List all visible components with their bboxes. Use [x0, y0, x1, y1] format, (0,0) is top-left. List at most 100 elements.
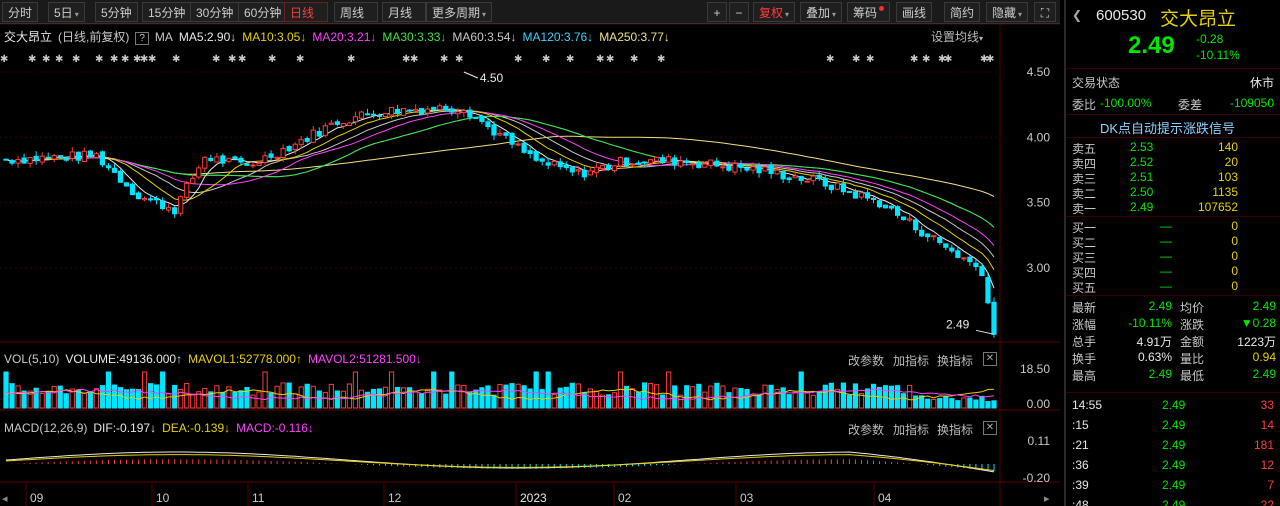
volume-bar — [521, 385, 527, 409]
zoom-in-button[interactable]: + — [707, 2, 727, 22]
volume-bar — [382, 386, 389, 409]
volume-bar — [943, 395, 949, 409]
tick-row[interactable]: :39 2.49 7 — [1066, 478, 1280, 493]
volume-bar — [551, 393, 557, 409]
ma-item: MA30:3.33↓ — [382, 30, 447, 44]
macd-add-indicator-button[interactable]: 加指标 — [893, 421, 929, 438]
candle-body — [93, 153, 99, 158]
candle-body — [563, 165, 569, 168]
tick-row[interactable]: 14:55 2.49 33 — [1066, 398, 1280, 413]
volume-bar — [455, 384, 461, 409]
candle-body — [617, 157, 624, 167]
period-intraday[interactable]: 分时 — [2, 2, 39, 22]
ma-settings-button[interactable]: 设置均线▾ — [931, 28, 983, 45]
period-60min[interactable]: 60分钟 — [238, 2, 288, 22]
candle-body — [117, 170, 124, 183]
simple-mode-button[interactable]: 简约 — [944, 2, 981, 22]
vol-item: VOLUME:49136.000↑ — [65, 352, 183, 366]
vol-add-indicator-button[interactable]: 加指标 — [893, 352, 929, 369]
candle-body — [467, 109, 473, 118]
stat-row[interactable]: 涨幅 -10.11% 涨跌 ▼0.28 — [1066, 316, 1280, 332]
candle-body — [557, 161, 563, 168]
tick-volume: 33 — [1260, 398, 1274, 412]
volume-bar — [901, 393, 907, 409]
stat-value: 2.49 — [1252, 367, 1276, 381]
candle-body — [316, 130, 322, 137]
period-5min[interactable]: 5分钟 — [95, 2, 138, 22]
tick-row[interactable]: :48 2.49 22 — [1066, 498, 1280, 506]
dk-signal-link[interactable]: DK点自动提示涨跌信号 — [1100, 118, 1235, 137]
event-marker: ✱ — [866, 54, 874, 65]
stat-label: 均价 — [1180, 301, 1205, 315]
candle-body — [340, 123, 346, 127]
stat-row[interactable]: 换手 0.63% 量比 0.94 — [1066, 350, 1280, 366]
tick-row[interactable]: :36 2.49 12 — [1066, 458, 1280, 473]
macd-params-button[interactable]: 改参数 — [848, 421, 884, 438]
hide-dropdown[interactable]: 隐藏 ▾ — [986, 2, 1029, 22]
vol-switch-indicator-button[interactable]: 换指标 — [937, 352, 973, 369]
volume-bar — [720, 385, 726, 409]
ma-item: MA5:2.90↓ — [178, 30, 237, 44]
kline-chart[interactable]: 4.50 4.00 3.50 3.00 18.50 0.00 0.11 -0.20 09 10 11… — [0, 24, 1060, 506]
order-book-sell-row[interactable]: 卖四 2.52 20 — [1066, 155, 1280, 171]
period-monthly[interactable]: 月线 — [382, 2, 426, 22]
stat-row[interactable]: 总手 4.91万 金额 1223万 — [1066, 333, 1280, 349]
more-periods-dropdown[interactable]: 更多周期 ▾ — [426, 2, 493, 22]
order-book-sell-row[interactable]: 卖一 2.49 107652 — [1066, 200, 1280, 216]
candle-body — [401, 108, 407, 116]
period-15min[interactable]: 15分钟 — [142, 2, 192, 22]
candle-body — [328, 122, 334, 125]
stat-row[interactable]: 最高 2.49 最低 2.49 — [1066, 367, 1280, 383]
ma-item: MA120:3.76↓ — [522, 30, 594, 44]
volume-bar — [39, 392, 45, 409]
order-book-buy-row[interactable]: 买二 —0 — [1066, 234, 1280, 250]
order-book-buy-row[interactable]: 买三 —0 — [1066, 249, 1280, 265]
volume-bar — [491, 394, 497, 409]
order-book-sell-row[interactable]: 卖五 2.53 140 — [1066, 140, 1280, 156]
volume-bar — [268, 392, 274, 409]
stat-row[interactable]: 最新 2.49 均价 2.49 — [1066, 299, 1280, 315]
volume-bar — [762, 384, 768, 409]
tick-time: 14:55 — [1072, 398, 1103, 412]
stat-value: -10.11% — [1128, 316, 1172, 330]
candle-body — [810, 175, 816, 182]
period-daily[interactable]: 日线 — [284, 2, 328, 22]
order-book-sell-row[interactable]: 卖二 2.50 1135 — [1066, 185, 1280, 201]
volume-bar — [322, 392, 328, 409]
fullscreen-icon[interactable]: ⛶ — [1034, 2, 1056, 22]
tick-row[interactable]: :15 2.49 14 — [1066, 418, 1280, 433]
volume-bar — [286, 382, 292, 409]
buy-volume: 0 — [1231, 264, 1238, 278]
menu-icon[interactable]: ❮ — [1072, 8, 1082, 22]
vol-params-button[interactable]: 改参数 — [848, 352, 884, 369]
help-icon[interactable]: ? — [135, 32, 149, 45]
period-weekly[interactable]: 周线 — [334, 2, 378, 22]
tick-row[interactable]: :21 2.49 181 — [1066, 438, 1280, 453]
macd-switch-indicator-button[interactable]: 换指标 — [937, 421, 973, 438]
vol-close-icon[interactable]: ✕ — [983, 352, 997, 366]
volume-bar — [238, 390, 244, 409]
stat-label: 涨跌 — [1180, 318, 1205, 332]
fuquan-dropdown[interactable]: 复权 ▾ — [753, 2, 796, 22]
period-5day[interactable]: 5日 ▾ — [48, 2, 85, 22]
event-marker: ✱ — [296, 54, 304, 65]
volume-bar — [822, 384, 828, 409]
chips-button[interactable]: 筹码 — [847, 2, 891, 22]
sell-price: 2.52 — [1130, 155, 1154, 169]
order-book-buy-row[interactable]: 买一 —0 — [1066, 219, 1280, 235]
overlay-dropdown[interactable]: 叠加 ▾ — [800, 2, 843, 22]
buy-price: — — [1160, 234, 1172, 248]
candle-body — [780, 170, 786, 180]
zoom-out-button[interactable]: − — [729, 2, 749, 22]
draw-line-button[interactable]: 画线 — [896, 2, 933, 22]
period-30min[interactable]: 30分钟 — [190, 2, 240, 22]
macd-close-icon[interactable]: ✕ — [983, 421, 997, 435]
order-book-buy-row[interactable]: 买五 — 0 — [1066, 279, 1280, 295]
candle-body — [304, 138, 310, 142]
candle-body — [864, 192, 871, 199]
order-book-buy-row[interactable]: 买四 —0 — [1066, 264, 1280, 280]
volume-bar — [876, 386, 883, 409]
order-book-sell-row[interactable]: 卖三 2.51 103 — [1066, 170, 1280, 186]
volume-bar — [840, 382, 846, 409]
candle-body — [919, 229, 925, 237]
